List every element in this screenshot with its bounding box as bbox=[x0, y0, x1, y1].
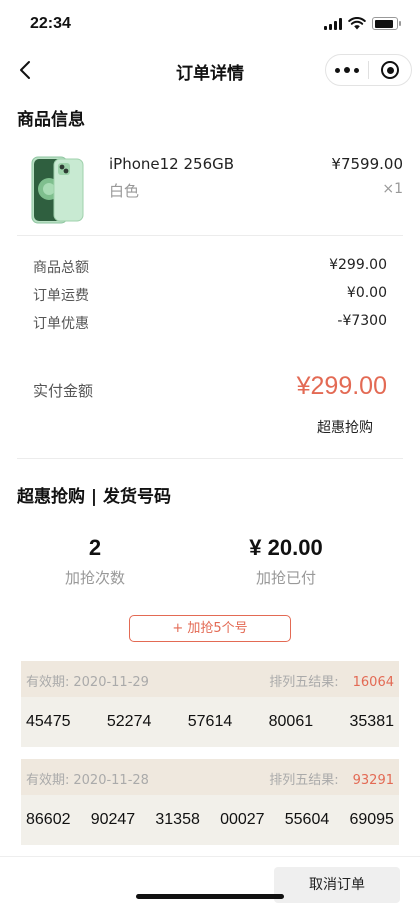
home-indicator bbox=[136, 894, 284, 899]
result-label: 排列五结果: bbox=[269, 773, 339, 788]
result-number: 16064 bbox=[352, 675, 394, 690]
validity-label: 有效期: bbox=[26, 773, 70, 788]
ticket-number: 35381 bbox=[349, 713, 395, 730]
product-image bbox=[31, 156, 84, 224]
ticket-validity: 有效期: 2020-11-29 bbox=[26, 671, 149, 690]
stat-extra-paid-label: 加抢已付 bbox=[255, 569, 316, 587]
ticket-number: 86602 bbox=[26, 811, 71, 828]
ticket-numbers: 45475 52274 57614 80061 35381 bbox=[21, 697, 399, 747]
fee-value-shipping: ¥0.00 bbox=[346, 285, 387, 301]
ticket-card: 有效期: 2020-11-29 排列五结果: 16064 45475 52274 5… bbox=[21, 661, 399, 747]
status-time: 22:34 bbox=[30, 15, 71, 32]
ticket-number: 55604 bbox=[284, 811, 330, 828]
ticket-card: 有效期: 2020-11-28 排列五结果: 93291 86602 90247 3… bbox=[21, 759, 399, 845]
stat-extra-count-value: 2 bbox=[88, 535, 102, 560]
bottom-action-bar: 取消订单 bbox=[0, 856, 420, 909]
product-spec: 白色 bbox=[109, 182, 140, 200]
ticket-number: 80061 bbox=[268, 713, 314, 730]
mini-program-capsule bbox=[325, 54, 412, 86]
close-miniprogram-icon[interactable] bbox=[369, 55, 411, 85]
divider bbox=[17, 458, 403, 459]
ticket-number: 45475 bbox=[26, 713, 71, 730]
product-name: iPhone12 256GB bbox=[109, 155, 235, 173]
fee-value-discount: -¥7300 bbox=[337, 313, 387, 329]
stat-extra-paid: ¥ 20.00 加抢已付 bbox=[216, 535, 356, 588]
ticket-number: 57614 bbox=[187, 713, 233, 730]
fee-label-discount: 订单优惠 bbox=[33, 316, 89, 332]
fee-label-shipping: 订单运费 bbox=[33, 288, 89, 304]
product-quantity: ×1 bbox=[382, 181, 403, 197]
goods-section-title: 商品信息 bbox=[17, 110, 85, 130]
purchase-type-tag: 超惠抢购 bbox=[317, 420, 373, 436]
validity-label: 有效期: bbox=[26, 675, 70, 690]
ticket-numbers: 86602 90247 31358 00027 55604 69095 bbox=[21, 795, 399, 845]
validity-date: 2020-11-28 bbox=[73, 773, 149, 788]
ticket-validity: 有效期: 2020-11-28 bbox=[26, 769, 149, 788]
product-price: ¥7599.00 bbox=[331, 155, 403, 173]
status-bar: 22:34 bbox=[0, 0, 420, 48]
paid-amount-value: ¥299.00 bbox=[296, 372, 387, 400]
result-number: 93291 bbox=[352, 773, 394, 788]
ticket-header: 有效期: 2020-11-29 排列五结果: 16064 bbox=[21, 661, 399, 697]
add-five-numbers-button[interactable]: + 加抢5个号 bbox=[129, 615, 291, 642]
fee-value-total: ¥299.00 bbox=[329, 257, 387, 273]
divider bbox=[17, 235, 403, 236]
paid-amount-label: 实付金额 bbox=[33, 382, 94, 400]
ticket-number: 69095 bbox=[349, 811, 394, 828]
ticket-number: 90247 bbox=[90, 811, 136, 828]
wifi-icon bbox=[348, 17, 366, 30]
battery-icon bbox=[372, 17, 401, 30]
result-label: 排列五结果: bbox=[269, 675, 339, 690]
more-options-icon[interactable] bbox=[326, 55, 368, 85]
fee-label-total: 商品总额 bbox=[33, 260, 89, 276]
stat-extra-paid-value: ¥ 20.00 bbox=[249, 535, 323, 560]
ticket-number: 00027 bbox=[220, 811, 265, 828]
ticket-result: 排列五结果: 93291 bbox=[269, 769, 394, 788]
nav-bar: 订单详情 bbox=[0, 48, 420, 92]
stat-extra-count-label: 加抢次数 bbox=[64, 569, 125, 587]
ticket-number: 31358 bbox=[155, 811, 200, 828]
ticket-result: 排列五结果: 16064 bbox=[269, 671, 394, 690]
cellular-signal-icon bbox=[324, 17, 342, 30]
validity-date: 2020-11-29 bbox=[73, 675, 149, 690]
status-icons bbox=[324, 17, 401, 30]
ticket-header: 有效期: 2020-11-28 排列五结果: 93291 bbox=[21, 759, 399, 795]
battery-level bbox=[374, 19, 394, 28]
stat-extra-count: 2 加抢次数 bbox=[35, 535, 155, 588]
ticket-number: 52274 bbox=[106, 713, 152, 730]
cancel-order-button[interactable]: 取消订单 bbox=[274, 867, 400, 903]
lottery-section-title: 超惠抢购 | 发货号码 bbox=[17, 487, 172, 507]
